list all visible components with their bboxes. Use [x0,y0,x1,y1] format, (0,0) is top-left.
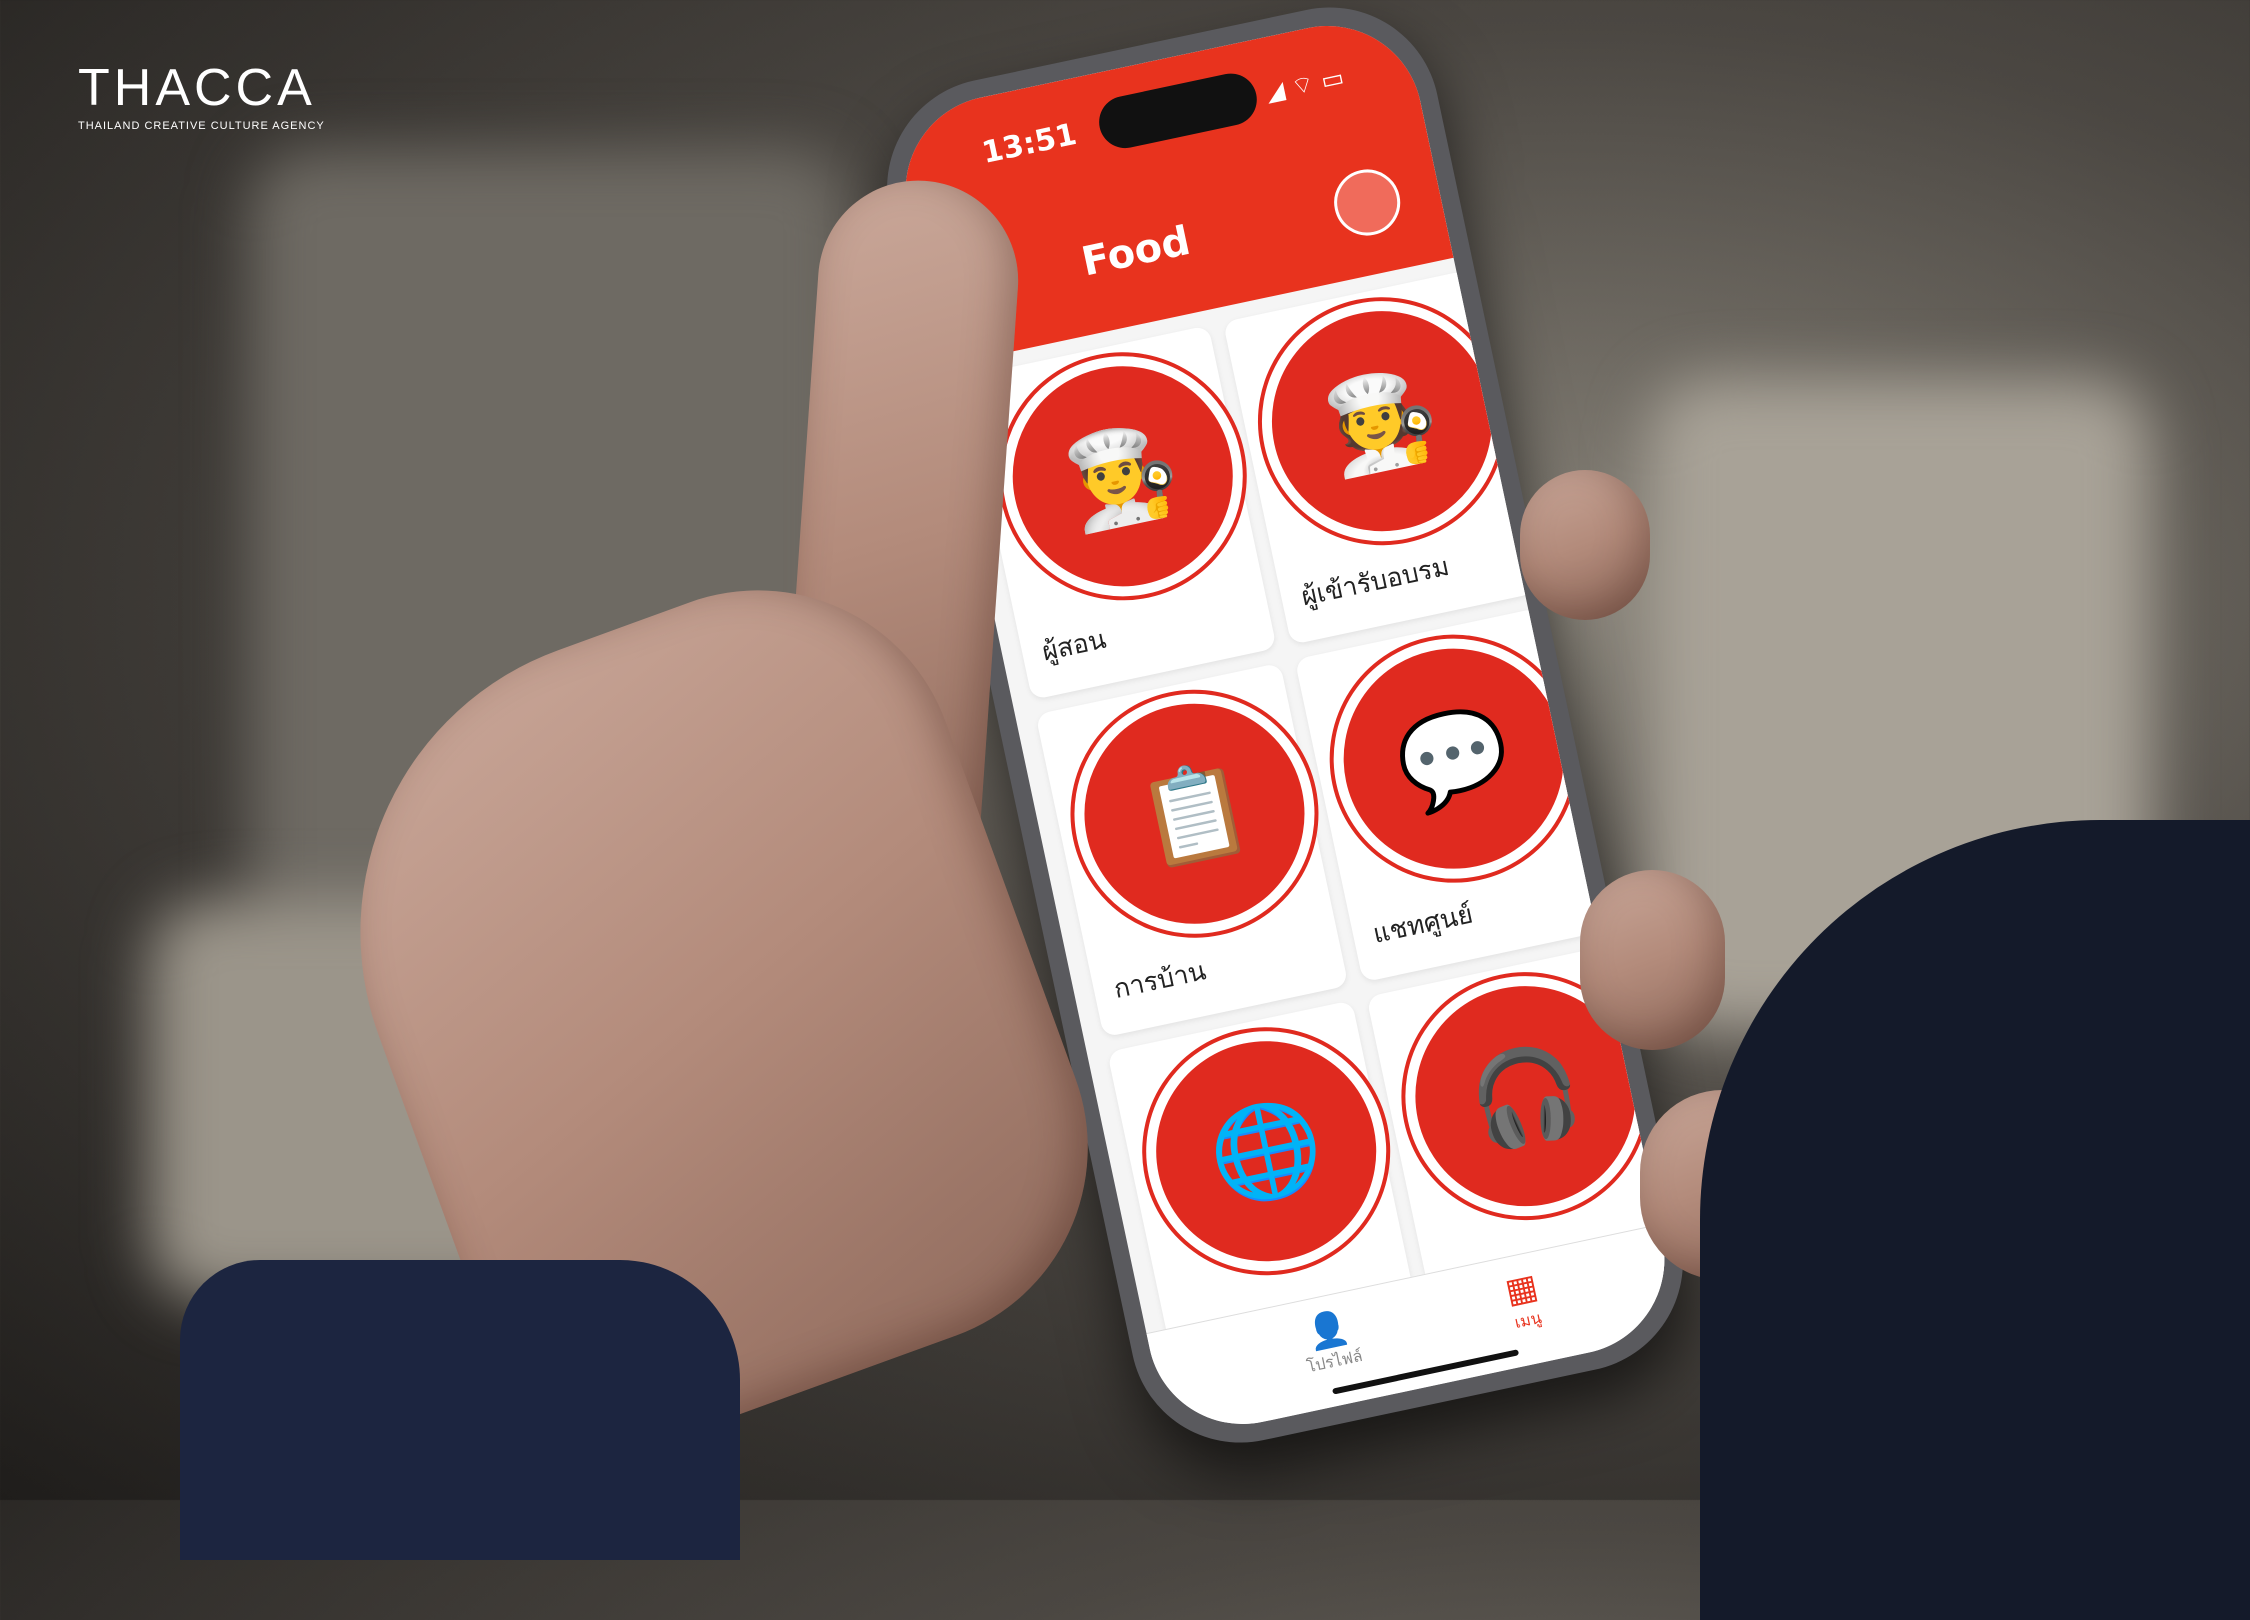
tile-label: ผู้เข้ารับอบรม [1298,551,1452,613]
tile-chat-center[interactable]: 💬 แชทศูนย์ [1294,607,1608,983]
tab-menu[interactable]: ▦ เมนู [1502,1266,1547,1336]
app-title: Food [1077,217,1195,286]
tab-profile[interactable]: 👤 โปรไฟล์ [1296,1305,1365,1380]
finger-2 [1580,870,1725,1050]
tile-homework[interactable]: 📋 การบ้าน [1035,662,1349,1038]
tile-trainees[interactable]: 🧑‍🍳 ผู้เข้ารับอบรม [1222,270,1537,645]
status-icons: ◢ ⌔ ▭ [1263,62,1347,107]
dynamic-island [1094,68,1262,153]
tile-label: การบ้าน [1111,956,1209,1005]
tab-menu-label: เมนู [1512,1307,1544,1333]
chef-icon: 👨‍🍳 [980,333,1266,619]
finger-1 [1520,470,1650,620]
grid-icon: ▦ [1501,1266,1542,1313]
tile-label: แชทศูนย์ [1370,899,1476,950]
ebook-globe-icon: 🌐 [1123,1008,1409,1294]
chef-trainees-icon: 🧑‍🍳 [1239,278,1525,564]
tile-label: ผู้สอน [1039,624,1109,668]
sleeve [180,1260,740,1560]
chat-bubble-icon: 💬 [1311,616,1597,901]
status-time: 13:51 [979,116,1080,171]
homework-checklist-icon: 📋 [1052,671,1337,957]
avatar[interactable] [1328,163,1407,242]
